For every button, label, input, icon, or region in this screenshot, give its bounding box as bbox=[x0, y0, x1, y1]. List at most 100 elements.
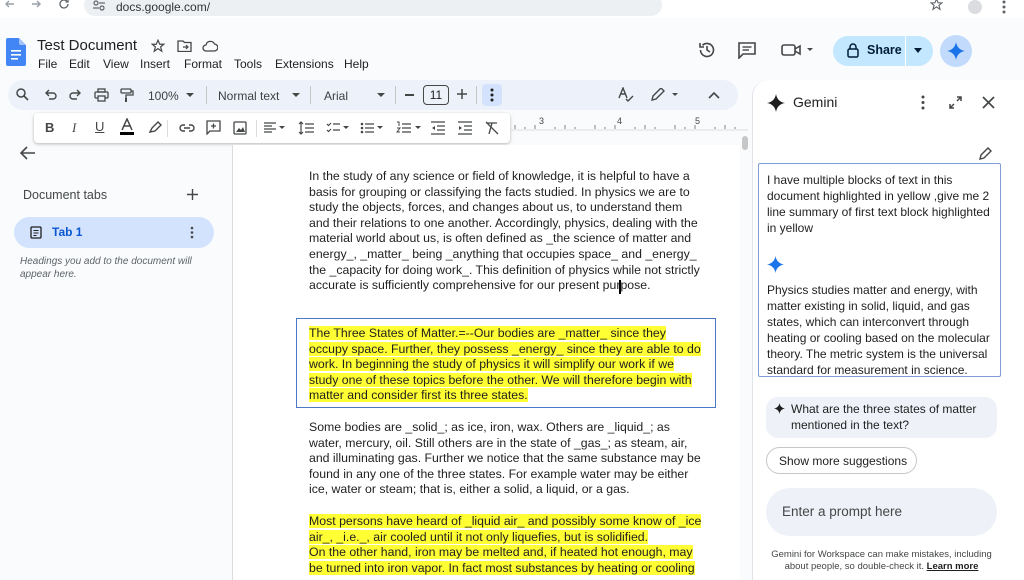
ruler-tick-label: 5 bbox=[695, 116, 701, 126]
share-label: Share bbox=[867, 43, 902, 57]
gemini-response-sparkle-icon bbox=[767, 256, 784, 273]
tab-options-icon[interactable] bbox=[190, 226, 194, 239]
paragraph-3[interactable]: Some bodies are _solid_; as ice, iron, w… bbox=[309, 420, 704, 498]
gemini-button[interactable] bbox=[940, 35, 972, 67]
back-icon[interactable] bbox=[4, 0, 16, 10]
line-spacing-icon[interactable] bbox=[298, 121, 314, 135]
menu-tools[interactable]: Tools bbox=[234, 57, 262, 71]
show-more-suggestions-button[interactable]: Show more suggestions bbox=[766, 447, 917, 474]
toolbar-divider bbox=[476, 86, 477, 104]
add-comment-icon[interactable] bbox=[206, 120, 221, 135]
menu-format[interactable]: Format bbox=[184, 57, 222, 71]
ruler-tick-label: 4 bbox=[617, 116, 623, 126]
outline-hint: Headings you add to the document will ap… bbox=[20, 256, 192, 280]
ruler-tick-label: 3 bbox=[539, 116, 545, 126]
reload-icon[interactable] bbox=[58, 0, 70, 10]
font-select[interactable]: Arial bbox=[324, 89, 348, 103]
bold-icon[interactable]: B bbox=[45, 120, 54, 135]
spellcheck-icon[interactable] bbox=[618, 87, 634, 103]
style-dropdown-icon[interactable] bbox=[292, 93, 300, 98]
text-color-icon[interactable] bbox=[120, 118, 134, 136]
comments-icon[interactable] bbox=[738, 42, 756, 59]
underline-icon[interactable]: U bbox=[95, 119, 104, 134]
decrease-indent-icon[interactable] bbox=[431, 121, 445, 135]
lock-icon bbox=[847, 43, 859, 58]
gemini-options-icon[interactable] bbox=[921, 95, 925, 110]
gemini-panel-sparkle-icon bbox=[767, 94, 785, 112]
profile-avatar[interactable] bbox=[968, 0, 982, 14]
star-icon[interactable] bbox=[151, 39, 165, 53]
menu-extensions[interactable]: Extensions bbox=[275, 57, 334, 71]
insert-image-icon[interactable] bbox=[233, 121, 247, 135]
gemini-sparkle-icon bbox=[947, 42, 965, 60]
editing-mode-icon[interactable] bbox=[650, 88, 680, 102]
share-button[interactable]: Share bbox=[833, 36, 933, 66]
align-icon[interactable] bbox=[264, 122, 286, 134]
toolbar-divider bbox=[310, 86, 311, 104]
print-icon[interactable] bbox=[94, 88, 109, 102]
paragraph-1[interactable]: In the study of any science or field of … bbox=[309, 169, 701, 294]
numbered-list-icon[interactable] bbox=[396, 121, 422, 135]
forward-icon[interactable] bbox=[30, 0, 42, 10]
document-tabs-heading: Document tabs bbox=[23, 188, 108, 202]
back-arrow-icon[interactable] bbox=[20, 146, 36, 160]
more-options-button[interactable] bbox=[482, 84, 502, 106]
bulleted-list-icon[interactable] bbox=[360, 121, 384, 135]
version-history-icon[interactable] bbox=[698, 41, 716, 59]
increase-font-size-icon[interactable] bbox=[457, 89, 467, 99]
undo-icon[interactable] bbox=[44, 89, 57, 100]
search-menus-icon[interactable] bbox=[16, 88, 29, 101]
gemini-conversation: I have multiple blocks of text in this d… bbox=[758, 163, 1001, 377]
menu-view[interactable]: View bbox=[103, 57, 129, 71]
suggestion-text: What are the three states of matter ment… bbox=[791, 402, 977, 432]
menu-help[interactable]: Help bbox=[344, 57, 369, 71]
prompt-placeholder: Enter a prompt here bbox=[782, 504, 903, 519]
zoom-dropdown-icon[interactable] bbox=[186, 93, 194, 98]
move-folder-icon[interactable] bbox=[177, 40, 192, 52]
paragraph-2-highlighted[interactable]: The Three States of Matter.=--Our bodies… bbox=[309, 326, 704, 404]
toolbar-divider bbox=[167, 120, 168, 137]
prompt-input[interactable]: Enter a prompt here bbox=[766, 488, 997, 536]
close-panel-icon[interactable] bbox=[982, 96, 995, 109]
decrease-font-size-icon[interactable] bbox=[405, 94, 414, 96]
gemini-response: Physics studies matter and energy, with … bbox=[767, 283, 990, 377]
suggestion-chip[interactable]: What are the three states of matter ment… bbox=[766, 397, 997, 438]
zoom-select[interactable]: 100% bbox=[148, 89, 179, 103]
font-size-input[interactable]: 11 bbox=[423, 85, 449, 105]
menu-edit[interactable]: Edit bbox=[69, 57, 90, 71]
clear-formatting-icon[interactable] bbox=[485, 121, 499, 135]
italic-icon[interactable]: I bbox=[72, 120, 76, 136]
expand-panel-icon[interactable] bbox=[949, 96, 962, 109]
toolbar-divider bbox=[206, 86, 207, 104]
meet-icon[interactable] bbox=[781, 43, 815, 57]
browser-toolbar: docs.google.com/ bbox=[0, 0, 1024, 18]
checklist-icon[interactable] bbox=[326, 121, 350, 135]
site-settings-icon[interactable] bbox=[92, 0, 106, 11]
document-title[interactable]: Test Document bbox=[37, 37, 137, 54]
collapse-menus-icon[interactable] bbox=[708, 91, 720, 99]
share-divider bbox=[905, 36, 906, 66]
paint-format-icon[interactable] bbox=[120, 88, 134, 103]
ruler: 3 4 5 bbox=[510, 113, 748, 133]
learn-more-link[interactable]: Learn more bbox=[927, 561, 979, 572]
paragraph-4-highlighted[interactable]: Most persons have heard of _liquid air_ … bbox=[309, 514, 704, 576]
main-toolbar: 100% Normal text Arial 11 bbox=[8, 80, 738, 110]
highlight-color-icon[interactable] bbox=[148, 120, 162, 134]
increase-indent-icon[interactable] bbox=[458, 121, 472, 135]
browser-menu-icon[interactable] bbox=[1002, 0, 1006, 14]
font-dropdown-icon[interactable] bbox=[377, 93, 385, 98]
document-icon bbox=[30, 226, 42, 239]
scrollbar[interactable] bbox=[742, 136, 748, 150]
menu-file[interactable]: File bbox=[38, 57, 57, 71]
redo-icon[interactable] bbox=[69, 89, 82, 100]
docs-logo-icon[interactable] bbox=[6, 38, 26, 66]
edit-prompt-icon[interactable] bbox=[979, 147, 992, 160]
add-tab-icon[interactable] bbox=[187, 189, 198, 200]
bookmark-star-icon[interactable] bbox=[930, 0, 943, 11]
share-dropdown-icon[interactable] bbox=[913, 48, 923, 54]
menu-insert[interactable]: Insert bbox=[140, 57, 170, 71]
style-select[interactable]: Normal text bbox=[218, 89, 279, 103]
sidebar-tab-1[interactable]: Tab 1 bbox=[14, 217, 214, 248]
highlighted-text: Most persons have heard of _liquid air_ … bbox=[309, 514, 702, 544]
insert-link-icon[interactable] bbox=[179, 123, 195, 133]
